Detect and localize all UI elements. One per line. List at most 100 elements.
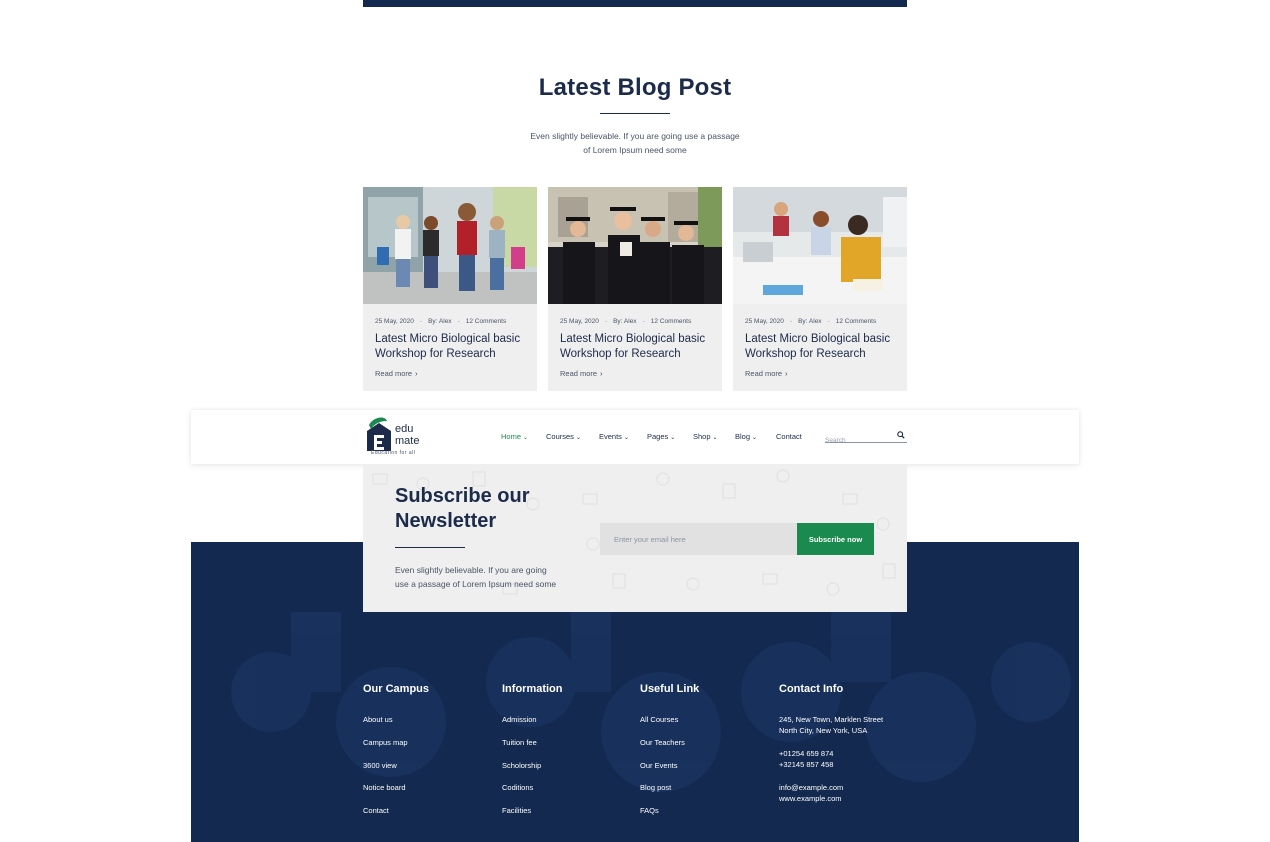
- footer-link[interactable]: Tuition fee: [502, 738, 537, 747]
- logo-text-mate: mate: [395, 435, 420, 447]
- blog-desc-line-2: of Lorem Ipsum need some: [583, 145, 687, 155]
- chevron-right-icon: ›: [415, 371, 418, 378]
- nav-item-home[interactable]: Home ⌄: [501, 432, 528, 441]
- nav-item-blog[interactable]: Blog ⌄: [735, 432, 757, 441]
- footer-link[interactable]: Facilities: [502, 806, 531, 815]
- blog-card-meta: 25 May, 2020- By: Alex -12 Comments: [375, 318, 506, 325]
- previous-section-edge: [363, 0, 907, 7]
- meta-separator: -: [457, 318, 460, 325]
- blog-section-description: Even slightly believable. If you are goi…: [515, 129, 755, 157]
- main-navbar: edu mate Education for all Home ⌄ Courses…: [191, 410, 1079, 464]
- post-comments[interactable]: 12 Comments: [466, 318, 506, 325]
- newsletter-panel: Subscribe our Newsletter Even slightly b…: [363, 464, 907, 612]
- nav-item-courses[interactable]: Courses ⌄: [546, 432, 581, 441]
- logo-icon: [367, 417, 391, 451]
- contact-address-line-2: North City, New York, USA: [779, 726, 868, 735]
- read-more-link[interactable]: Read more ›: [375, 369, 417, 378]
- blog-title-divider: [600, 113, 670, 114]
- footer-col-title-campus: Our Campus: [363, 683, 430, 695]
- blog-card-title[interactable]: Latest Micro Biological basic Workshop f…: [745, 332, 901, 362]
- chevron-down-icon: ⌄: [712, 435, 718, 441]
- contact-website[interactable]: www.example.com: [779, 793, 842, 804]
- blog-card-image-students[interactable]: [363, 187, 537, 304]
- blog-card-meta: 25 May, 2020- By: Alex -12 Comments: [560, 318, 691, 325]
- nav-item-label: Courses: [546, 432, 574, 441]
- nav-item-label: Home: [501, 432, 522, 441]
- nav-item-contact[interactable]: Contact: [776, 432, 802, 441]
- footer-col-title-information: Information: [502, 683, 563, 695]
- newsletter-email-input[interactable]: [600, 523, 797, 555]
- nav-item-shop[interactable]: Shop ⌄: [693, 432, 718, 441]
- footer-link[interactable]: Coditions: [502, 783, 533, 792]
- site-logo[interactable]: edu mate Education for all: [363, 417, 433, 461]
- blog-card-image-graduates[interactable]: [548, 187, 722, 304]
- blog-card[interactable]: 25 May, 2020- By: Alex -12 Comments Latest…: [733, 187, 907, 391]
- footer-link[interactable]: Admission: [502, 715, 537, 724]
- nav-item-label: Pages: [647, 432, 669, 441]
- post-date: 25 May, 2020: [745, 318, 784, 325]
- meta-separator: -: [789, 318, 793, 325]
- post-author[interactable]: By: Alex: [428, 318, 451, 325]
- blog-card-image-classroom[interactable]: [733, 187, 907, 304]
- footer-link[interactable]: About us: [363, 715, 393, 724]
- post-author[interactable]: By: Alex: [613, 318, 636, 325]
- read-more-label: Read more: [560, 369, 598, 378]
- read-more-label: Read more: [375, 369, 413, 378]
- blog-card[interactable]: 25 May, 2020- By: Alex -12 Comments Latest…: [363, 187, 537, 391]
- footer-link[interactable]: 3600 view: [363, 761, 397, 770]
- blog-card[interactable]: 25 May, 2020- By: Alex -12 Comments Latest…: [548, 187, 722, 391]
- post-comments[interactable]: 12 Comments: [651, 318, 691, 325]
- chevron-down-icon: ⌄: [670, 435, 676, 441]
- search-box: [825, 429, 907, 447]
- blog-card-title[interactable]: Latest Micro Biological basic Workshop f…: [560, 332, 716, 362]
- meta-separator: -: [419, 318, 423, 325]
- contact-address-line-1: 245, New Town, Marklen Street: [779, 715, 884, 724]
- nav-item-label: Shop: [693, 432, 711, 441]
- nav-item-events[interactable]: Events ⌄: [599, 432, 629, 441]
- nav-item-label: Blog: [735, 432, 751, 441]
- chevron-right-icon: ›: [785, 371, 788, 378]
- contact-email[interactable]: info@example.com: [779, 782, 843, 793]
- footer-link[interactable]: Scholorship: [502, 761, 541, 770]
- post-date: 25 May, 2020: [375, 318, 414, 325]
- blog-card-meta: 25 May, 2020- By: Alex -12 Comments: [745, 318, 876, 325]
- footer-link[interactable]: Blog post: [640, 783, 671, 792]
- newsletter-title-divider: [395, 547, 465, 548]
- nav-item-label: Contact: [776, 432, 802, 441]
- subscribe-button[interactable]: Subscribe now: [797, 523, 874, 555]
- logo-tagline: Education for all: [371, 450, 416, 456]
- footer-link[interactable]: Contact: [363, 806, 389, 815]
- newsletter-title-line-1: Subscribe our: [395, 485, 530, 507]
- footer-link[interactable]: Campus map: [363, 738, 408, 747]
- nav-item-pages[interactable]: Pages ⌄: [647, 432, 675, 441]
- newsletter-description: Even slightly believable. If you are goi…: [395, 563, 575, 591]
- read-more-label: Read more: [745, 369, 783, 378]
- contact-phone-2[interactable]: +32145 857 458: [779, 759, 833, 770]
- read-more-link[interactable]: Read more ›: [745, 369, 787, 378]
- contact-phone-1[interactable]: +01254 659 874: [779, 748, 833, 759]
- blog-section-title: Latest Blog Post: [538, 74, 732, 101]
- search-icon[interactable]: [897, 431, 905, 439]
- newsletter-desc-line-1: Even slightly believable. If you are goi…: [395, 565, 547, 575]
- post-author[interactable]: By: Alex: [798, 318, 821, 325]
- chevron-down-icon: ⌄: [752, 435, 758, 441]
- footer-link[interactable]: Our Teachers: [640, 738, 685, 747]
- chevron-down-icon: ⌄: [623, 435, 629, 441]
- footer-link[interactable]: FAQs: [640, 806, 659, 815]
- meta-separator: -: [642, 318, 645, 325]
- meta-separator: -: [604, 318, 608, 325]
- footer-link[interactable]: All Courses: [640, 715, 678, 724]
- newsletter-title-line-2: Newsletter: [395, 510, 497, 532]
- nav-item-label: Events: [599, 432, 622, 441]
- search-input[interactable]: [825, 434, 893, 447]
- footer-link[interactable]: Notice board: [363, 783, 406, 792]
- blog-card-title[interactable]: Latest Micro Biological basic Workshop f…: [375, 332, 531, 362]
- footer-link[interactable]: Our Events: [640, 761, 678, 770]
- chevron-down-icon: ⌄: [575, 435, 581, 441]
- blog-desc-line-1: Even slightly believable. If you are goi…: [530, 131, 740, 141]
- post-comments[interactable]: 12 Comments: [836, 318, 876, 325]
- newsletter-title: Subscribe our Newsletter: [395, 484, 595, 534]
- newsletter-desc-line-2: use a passage of Lorem Ipsum need some: [395, 579, 557, 589]
- read-more-link[interactable]: Read more ›: [560, 369, 602, 378]
- post-date: 25 May, 2020: [560, 318, 599, 325]
